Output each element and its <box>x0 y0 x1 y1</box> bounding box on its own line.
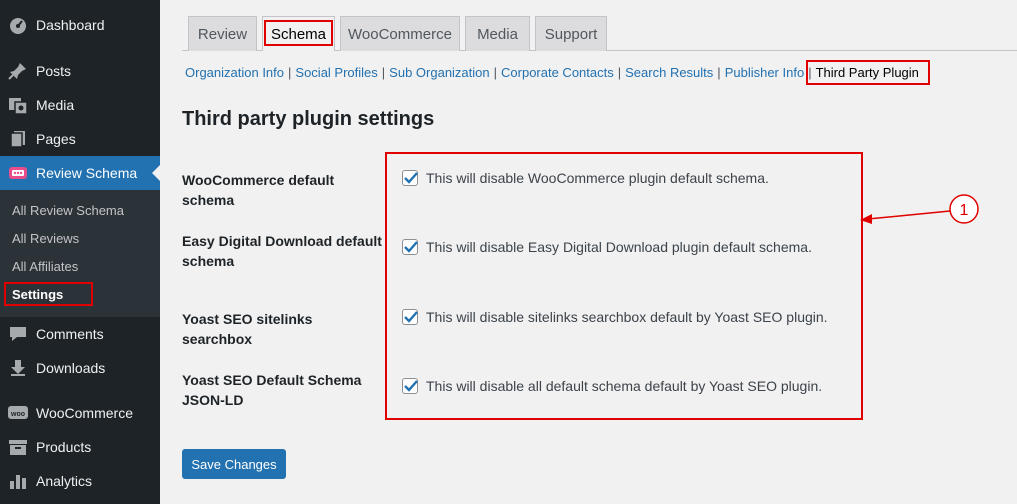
annotation-arrow <box>867 210 951 220</box>
annotation-overlay: 1 <box>860 194 979 224</box>
arrowhead-icon <box>860 214 872 224</box>
annotation-number: 1 <box>960 202 969 219</box>
